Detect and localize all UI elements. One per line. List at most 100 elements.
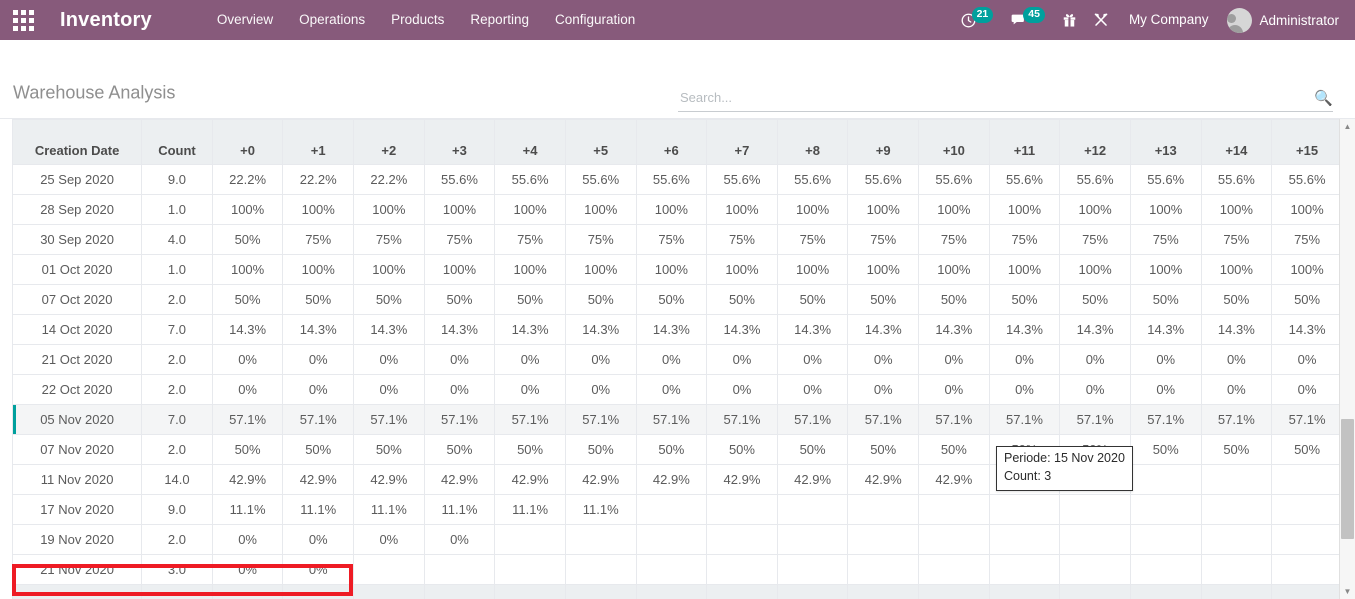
cohort-cell-p9[interactable]: 100% [847, 194, 920, 225]
row-creation-date[interactable]: 21 Oct 2020 [11, 344, 143, 375]
cohort-cell-p6[interactable]: 75% [635, 224, 708, 255]
cohort-cell-p3[interactable]: 14.3% [423, 314, 496, 345]
cohort-cell-p8[interactable]: 14.3% [776, 314, 849, 345]
cohort-cell-p2[interactable]: 100% [353, 194, 425, 225]
cohort-cell-p14[interactable]: 100% [1200, 194, 1273, 225]
cohort-cell-p12[interactable]: 50% [1059, 284, 1131, 315]
cohort-cell-p7[interactable]: 75% [706, 224, 778, 255]
cohort-cell-p9[interactable]: 75% [847, 224, 920, 255]
cohort-cell-p4[interactable]: 100% [494, 194, 566, 225]
cohort-cell-p14[interactable]: 14.3% [1200, 314, 1273, 345]
cohort-cell-p11[interactable]: 57.1% [988, 404, 1061, 435]
cohort-cell-p0[interactable]: 11.1% [211, 494, 284, 525]
table-row[interactable]: 25 Sep 2020 9.0 22.2% 22.2% 22.2% 55.6% 55.6% 5… [11, 164, 1343, 195]
cohort-cell-p10[interactable]: 100% [918, 254, 990, 285]
cohort-cell-p5[interactable]: 55.6% [564, 164, 637, 195]
cohort-cell-p13[interactable]: 55.6% [1129, 164, 1202, 195]
table-row[interactable]: 11 Nov 2020 14.0 42.9% 42.9% 42.9% 42.9% 42.9%… [11, 464, 1343, 495]
cohort-cell-p0[interactable]: 22.2% [211, 164, 284, 195]
cohort-cell-p11[interactable]: 50% [988, 284, 1061, 315]
row-count[interactable]: 7.0 [141, 404, 213, 435]
cohort-cell-p0[interactable]: 50% [211, 224, 284, 255]
cohort-cell-p11[interactable]: 100% [988, 254, 1061, 285]
cohort-cell-p7[interactable]: 50% [706, 284, 778, 315]
cohort-cell-p15[interactable]: 57.1% [1271, 404, 1343, 435]
cohort-cell-p1[interactable]: 11.1% [282, 494, 355, 525]
row-creation-date[interactable]: 30 Sep 2020 [11, 224, 143, 255]
cohort-cell-p1[interactable]: 0% [282, 524, 355, 555]
search-bar[interactable]: 🔍 [678, 86, 1333, 112]
cohort-cell-p4[interactable]: 75% [494, 224, 566, 255]
cohort-cell-p3[interactable]: 0% [423, 524, 496, 555]
cohort-cell-p3[interactable]: 0% [423, 344, 496, 375]
cohort-cell-p1[interactable]: 57.1% [282, 404, 355, 435]
row-count[interactable]: 9.0 [141, 164, 213, 195]
cohort-cell-p5[interactable]: 100% [564, 194, 637, 225]
cohort-cell-p5[interactable]: 50% [564, 284, 637, 315]
table-row[interactable]: 30 Sep 2020 4.0 50% 75% 75% 75% 75% 75% 75% 75% 75… [11, 224, 1343, 255]
table-row[interactable]: 22 Oct 2020 2.0 0% 0% 0% 0% 0% 0% 0% 0% 0% 0% 0% 0% 0%… [11, 374, 1343, 405]
table-row[interactable]: 28 Sep 2020 1.0 100% 100% 100% 100% 100% 100% 10… [11, 194, 1343, 225]
cohort-cell-p0[interactable]: 42.9% [211, 464, 284, 495]
cohort-cell-p12[interactable]: 0% [1059, 344, 1131, 375]
row-creation-date[interactable]: 17 Nov 2020 [11, 494, 143, 525]
menu-item-operations[interactable]: Operations [286, 0, 378, 40]
cohort-cell-p7[interactable]: 55.6% [706, 164, 778, 195]
cohort-cell-p9[interactable]: 0% [847, 344, 920, 375]
cohort-cell-p7[interactable]: 0% [706, 374, 778, 405]
row-creation-date[interactable]: 19 Nov 2020 [11, 524, 143, 555]
cohort-cell-p15[interactable]: 50% [1271, 284, 1343, 315]
cohort-cell-p12[interactable]: 0% [1059, 374, 1131, 405]
cohort-cell-p3[interactable]: 50% [423, 284, 496, 315]
cohort-cell-p1[interactable]: 0% [282, 554, 355, 585]
cohort-cell-p11[interactable]: 55.6% [988, 164, 1061, 195]
cohort-cell-p2[interactable]: 0% [353, 524, 425, 555]
cohort-cell-p2[interactable]: 11.1% [353, 494, 425, 525]
cohort-cell-p15[interactable]: 100% [1271, 194, 1343, 225]
cohort-cell-p3[interactable]: 57.1% [423, 404, 496, 435]
user-menu-button[interactable]: Administrator [1219, 0, 1345, 40]
cohort-cell-p12[interactable]: 14.3% [1059, 314, 1131, 345]
search-input[interactable] [678, 90, 1309, 107]
cohort-cell-p8[interactable]: 50% [776, 434, 849, 465]
cohort-cell-p15[interactable]: 75% [1271, 224, 1343, 255]
cohort-cell-p9[interactable]: 57.1% [847, 404, 920, 435]
cohort-cell-p1[interactable]: 22.2% [282, 164, 355, 195]
cohort-cell-p5[interactable]: 50% [564, 434, 637, 465]
table-row[interactable]: 07 Nov 2020 2.0 50% 50% 50% 50% 50% 50% 50% 50% 50… [11, 434, 1343, 465]
cohort-cell-p2[interactable]: 22.2% [353, 164, 425, 195]
cohort-cell-p7[interactable]: 100% [706, 194, 778, 225]
cohort-cell-p13[interactable]: 100% [1129, 254, 1202, 285]
scrollbar-thumb[interactable] [1341, 419, 1354, 539]
cohort-cell-p6[interactable]: 50% [635, 284, 708, 315]
row-creation-date[interactable]: 05 Nov 2020 [11, 404, 143, 435]
cohort-cell-p8[interactable]: 42.9% [776, 464, 849, 495]
cohort-cell-p1[interactable]: 0% [282, 374, 355, 405]
cohort-cell-p15[interactable]: 100% [1271, 254, 1343, 285]
cohort-cell-p10[interactable]: 14.3% [918, 314, 990, 345]
row-count[interactable]: 2.0 [141, 524, 213, 555]
cohort-cell-p13[interactable]: 0% [1129, 374, 1202, 405]
cohort-cell-p14[interactable]: 0% [1200, 374, 1273, 405]
header-count[interactable]: Count [141, 119, 213, 165]
cohort-cell-p13[interactable]: 50% [1129, 284, 1202, 315]
row-count[interactable]: 14.0 [141, 464, 213, 495]
cohort-cell-p11[interactable]: 0% [988, 344, 1061, 375]
app-brand-inventory[interactable]: Inventory [46, 9, 158, 32]
cohort-cell-p10[interactable]: 50% [918, 434, 990, 465]
cohort-cell-p14[interactable]: 75% [1200, 224, 1273, 255]
row-count[interactable]: 1.0 [141, 194, 213, 225]
cohort-cell-p7[interactable]: 100% [706, 254, 778, 285]
cohort-table-container[interactable]: Creation Date Count +0 +1 +2 +3 +4 +5 +6… [0, 119, 1355, 599]
row-count[interactable]: 2.0 [141, 374, 213, 405]
cohort-cell-p3[interactable]: 75% [423, 224, 496, 255]
table-row[interactable]: 17 Nov 2020 9.0 11.1% 11.1% 11.1% 11.1% 11.1% 1… [11, 494, 1343, 525]
menu-item-configuration[interactable]: Configuration [542, 0, 648, 40]
cohort-cell-p2[interactable]: 0% [353, 374, 425, 405]
cohort-cell-p8[interactable]: 100% [776, 194, 849, 225]
cohort-cell-p0[interactable]: 0% [211, 524, 284, 555]
cohort-cell-p1[interactable]: 42.9% [282, 464, 355, 495]
table-row[interactable]: 21 Oct 2020 2.0 0% 0% 0% 0% 0% 0% 0% 0% 0% 0% 0% 0% 0%… [11, 344, 1343, 375]
cohort-cell-p4[interactable]: 14.3% [494, 314, 566, 345]
cohort-cell-p5[interactable]: 75% [564, 224, 637, 255]
